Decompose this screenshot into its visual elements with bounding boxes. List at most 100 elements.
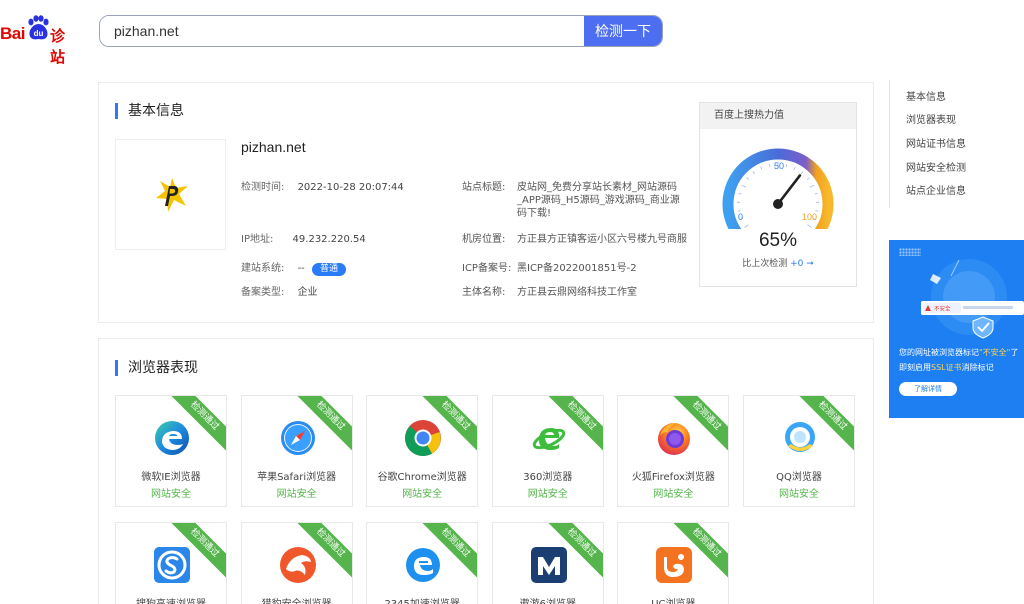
ssl-ad-banner[interactable]: 不安全 您的网址被浏览器标记"不安全"了 即刻启用SSL证书消除标记 了解详情	[889, 240, 1024, 418]
site-domain: pizhan.net	[241, 139, 306, 155]
gauge-needle	[776, 174, 802, 206]
gauge-tick-0: 0	[738, 212, 743, 222]
browser-name: 火狐Firefox浏览器	[631, 472, 715, 483]
gauge-tick-100: 100	[802, 212, 817, 222]
browser-card[interactable]: 检测通过搜狗高速浏览器网站安全	[115, 522, 227, 604]
ad-unsafe-tag: 不安全	[934, 305, 951, 313]
ip-field: IP地址: 49.232.220.54	[241, 233, 366, 246]
ad-line-2: 即刻启用SSL证书消除标记	[899, 362, 994, 373]
record-type-field: 备案类型: 企业	[241, 286, 318, 299]
firefox-icon	[654, 418, 694, 458]
check-time-field: 检测时间: 2022-10-28 20:07:44	[241, 181, 404, 194]
browser-name: UC浏览器	[618, 595, 728, 604]
gauge-tick-mark	[744, 224, 749, 228]
gauge-tick-mark	[814, 193, 818, 195]
record-type-value: 企业	[297, 287, 318, 298]
browser-card[interactable]: 检测通过UC浏览器网站安全	[617, 522, 730, 604]
gauge-tick-50: 50	[774, 161, 784, 171]
site-title-value: 皮站网_免费分享站长素材_网站源码 _APP源码_H5源码_游戏源码_商业源 码…	[517, 181, 687, 220]
browser-name: 搜狗高速浏览器	[116, 595, 226, 604]
browser-card[interactable]: 检测通过猎豹安全浏览器网站安全	[240, 522, 353, 604]
paw-logo-icon: du	[28, 15, 49, 40]
2345-browser-icon	[403, 545, 443, 585]
browser-card[interactable]: 检测通过 微软IE浏览器 网站安全	[115, 395, 227, 507]
ad-line2-suffix: 消除标记	[961, 363, 994, 372]
safari-icon	[278, 418, 318, 458]
gauge-tick-mark	[807, 224, 812, 228]
browser-status: 网站安全	[653, 489, 694, 500]
basic-info-title: 基本信息	[115, 103, 184, 119]
baidu-logo[interactable]: Bai du 诊站	[0, 14, 78, 66]
gauge-tick-mark	[806, 177, 810, 180]
icp-label: ICP备案号:	[462, 263, 512, 274]
site-title-label: 站点标题:	[462, 182, 506, 193]
browser-name: 苹果Safari浏览器	[257, 472, 337, 483]
qq-browser-icon	[780, 418, 820, 458]
search-input[interactable]	[100, 16, 584, 46]
nav-security[interactable]: 网站安全检测	[906, 159, 966, 174]
icp-value: 黑ICP备2022001851号-2	[517, 263, 637, 274]
owner-label: 主体名称:	[462, 287, 506, 298]
browser-name: 微软IE浏览器	[141, 472, 201, 483]
gauge-value: 65%	[758, 230, 798, 251]
uc-browser-icon	[654, 545, 694, 585]
browser-name: 360浏览器	[523, 472, 573, 483]
gauge-tick-mark	[741, 184, 747, 188]
gauge-tick-mark	[760, 166, 763, 170]
owner-value: 方正县云鼎网络科技工作室	[517, 287, 637, 298]
browser-card[interactable]: 检测通过 火狐Firefox浏览器 网站安全	[617, 395, 730, 507]
browser-card[interactable]: 检测通过 苹果Safari浏览器 网站安全	[240, 395, 353, 507]
browser-name: 遨游6浏览器	[493, 595, 603, 604]
ad-line2-prefix: 即刻启用	[899, 363, 931, 372]
site-logo-icon	[156, 178, 188, 212]
gauge-tick-mark	[800, 171, 804, 175]
browser-status: 网站安全	[151, 489, 191, 500]
browser-panel: 浏览器表现 检测通过 微软IE浏览器 网站安全 检测通过 苹果Safari浏览器 网站安全…	[98, 338, 874, 604]
ad-line1-suffix: 了	[1010, 348, 1019, 357]
liebao-browser-icon	[278, 545, 318, 585]
browser-name: 猎豹安全浏览器	[242, 595, 352, 604]
browser-card[interactable]: 检测通过遨游6浏览器网站安全	[491, 522, 604, 604]
browser-warning-illustration: 不安全	[921, 259, 1024, 339]
check-button[interactable]: 检测一下	[584, 16, 662, 46]
system-field: 建站系统: -- 普通	[241, 262, 346, 276]
browser-name: QQ浏览器	[776, 472, 822, 483]
gauge-title: 百度上搜热力值	[700, 103, 856, 129]
gauge-tick-mark	[785, 163, 788, 167]
browser-name: 谷歌Chrome浏览器	[377, 472, 467, 483]
gauge-tick-mark	[746, 177, 750, 180]
record-type-label: 备案类型:	[241, 287, 285, 298]
ad-line1-prefix: 您的网址被浏览器标记	[899, 348, 979, 357]
browser-name: 2345加速浏览器	[367, 595, 477, 604]
ad-learn-more-button[interactable]: 了解详情	[899, 382, 957, 396]
system-value: --	[297, 263, 305, 274]
site-title-line: 码下载!	[517, 208, 552, 219]
nav-basic-info[interactable]: 基本信息	[906, 88, 946, 103]
system-label: 建站系统:	[241, 263, 285, 274]
site-title-line: _APP源码_H5源码_游戏源码_商业源	[517, 195, 680, 206]
browser-card[interactable]: 检测通过 谷歌Chrome浏览器 网站安全	[366, 395, 479, 507]
360-browser-icon	[529, 418, 569, 458]
nav-certificate[interactable]: 网站证书信息	[906, 135, 966, 150]
gauge-compare-label: 比上次检测	[742, 259, 788, 269]
gauge-tick-mark	[809, 184, 815, 188]
site-title-line: 皮站网_免费分享站长素材_网站源码	[517, 182, 677, 193]
browser-card[interactable]: 检测通过 360浏览器 网站安全	[491, 395, 604, 507]
nav-browser[interactable]: 浏览器表现	[906, 111, 956, 126]
site-logo-box	[115, 139, 226, 250]
edge-icon	[152, 418, 192, 458]
browser-title: 浏览器表现	[115, 360, 198, 376]
logo-text-du: du	[34, 29, 44, 38]
search-bar: 检测一下	[99, 15, 663, 47]
logo-text-bai: Bai	[0, 24, 25, 43]
browser-status: 网站安全	[779, 489, 819, 500]
check-time-label: 检测时间:	[241, 182, 285, 193]
browser-card[interactable]: 检测通过 QQ浏览器 网站安全	[743, 395, 855, 507]
nav-enterprise[interactable]: 站点企业信息	[906, 182, 966, 197]
basic-info-panel: 基本信息 pizhan.net 检测时间: 2022-10-28 20:07:4…	[98, 82, 874, 323]
browser-card[interactable]: 检测通过2345加速浏览器网站安全	[366, 522, 479, 604]
ad-line1-warn: "不安全"	[979, 348, 1011, 357]
location-value: 方正县方正镇客运小区六号楼九号商服	[517, 234, 687, 245]
heat-gauge: 0 50 100	[722, 148, 834, 229]
logo-text-product: 诊站	[50, 27, 66, 66]
